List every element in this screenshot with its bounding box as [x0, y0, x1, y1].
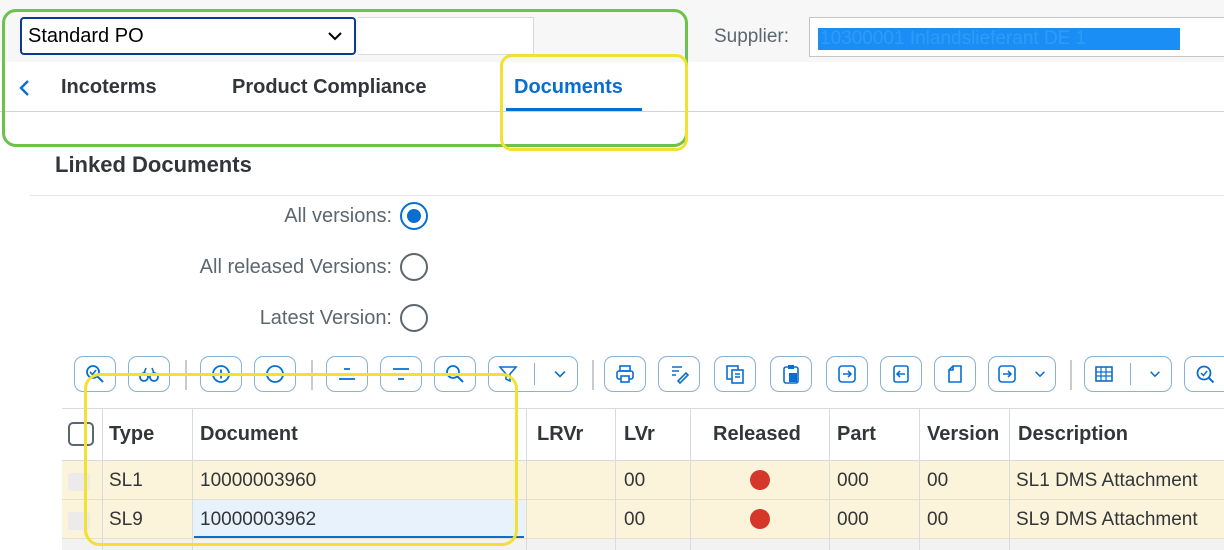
zoom-icon [1196, 365, 1214, 384]
chevron-down-icon [1035, 371, 1045, 378]
cell-lvr: 00 [624, 509, 646, 530]
radio-all-versions[interactable] [400, 202, 428, 230]
radio-selected-dot [407, 209, 421, 223]
section-divider [30, 195, 1224, 196]
chevron-down-icon [1150, 371, 1161, 378]
print-icon [616, 365, 634, 383]
column-divider [690, 408, 691, 550]
views-icon [998, 365, 1016, 383]
chevron-down-icon [554, 370, 566, 378]
radio-latest-row[interactable]: Latest Version: [260, 304, 428, 332]
column-header-lrvr[interactable]: LRVr [537, 423, 583, 446]
export-button[interactable] [826, 356, 868, 392]
status-released-red-icon [750, 509, 770, 529]
copy-button[interactable] [714, 356, 756, 392]
supplier-field[interactable]: 10300001 Inlandslieferant DE 1 [809, 17, 1224, 57]
cell-version: 00 [927, 470, 949, 491]
new-doc-icon [948, 365, 962, 383]
layout-grid-icon [1095, 366, 1113, 382]
export-icon [838, 365, 856, 383]
layout-divider [1130, 363, 1132, 385]
radio-all-released[interactable] [400, 253, 428, 281]
supplier-value: 10300001 Inlandslieferant DE 1 [818, 28, 1180, 50]
radio-latest-label: Latest Version: [259, 306, 392, 329]
highlight-yellow-tab-box [500, 54, 688, 151]
section-title: Linked Documents [55, 152, 252, 177]
copy-icon [726, 365, 744, 384]
column-divider [919, 408, 920, 550]
cell-description: SL9 DMS Attachment [1016, 509, 1198, 530]
column-divider [1009, 408, 1010, 550]
filter-divider [534, 363, 536, 385]
radio-all-released-label: All released Versions: [199, 255, 392, 278]
highlight-yellow-table-box [84, 373, 518, 546]
layout-button[interactable] [1084, 356, 1172, 392]
column-divider [526, 408, 527, 550]
cell-lvr: 00 [624, 470, 646, 491]
radio-all-versions-label: All versions: [284, 204, 392, 227]
cell-part: 000 [837, 470, 869, 491]
cell-version: 00 [927, 509, 949, 530]
toolbar-separator [1070, 360, 1072, 390]
change-icon [672, 366, 690, 385]
cell-part: 000 [837, 509, 869, 530]
radio-all-released-row[interactable]: All released Versions: [200, 253, 428, 281]
column-divider [615, 408, 616, 550]
radio-latest[interactable] [400, 304, 428, 332]
cell-description: SL1 DMS Attachment [1016, 470, 1198, 491]
zoom-button[interactable] [1184, 356, 1224, 392]
views-button[interactable] [988, 356, 1056, 392]
print-button[interactable] [604, 356, 646, 392]
column-header-version[interactable]: Version [927, 423, 999, 446]
paste-icon [783, 365, 799, 384]
import-button[interactable] [880, 356, 922, 392]
paste-button[interactable] [770, 356, 812, 392]
status-released-red-icon [750, 470, 770, 490]
import-icon [893, 365, 909, 383]
column-divider [829, 408, 830, 550]
radio-all-versions-row[interactable]: All versions: [284, 202, 428, 230]
supplier-label: Supplier: [714, 26, 789, 47]
change-button[interactable] [658, 356, 700, 392]
toolbar-separator [592, 360, 594, 390]
column-header-released[interactable]: Released [713, 423, 801, 446]
column-header-description[interactable]: Description [1018, 423, 1128, 446]
new-doc-button[interactable] [934, 356, 976, 392]
column-header-part[interactable]: Part [837, 423, 876, 446]
column-header-lvr[interactable]: LVr [624, 423, 655, 446]
